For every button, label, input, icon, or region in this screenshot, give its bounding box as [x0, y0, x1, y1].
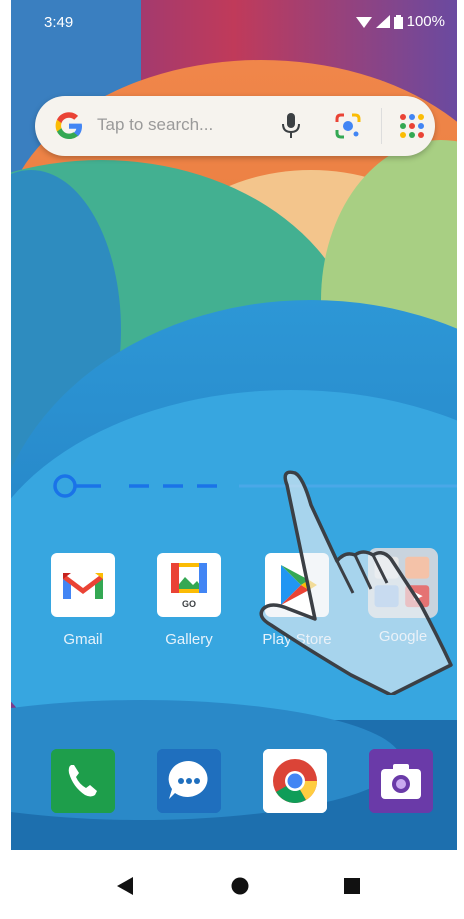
back-button[interactable] — [115, 876, 135, 896]
navigation-bar — [11, 850, 457, 919]
home-button[interactable] — [231, 877, 249, 895]
app-gallery[interactable]: GO Gallery — [139, 553, 239, 648]
app-label-google: Google — [378, 628, 428, 645]
microphone-icon[interactable] — [279, 112, 303, 140]
status-bar: 3:49 100% — [11, 0, 457, 44]
gallery-go-badge: GO — [182, 599, 196, 609]
battery-icon — [393, 14, 403, 29]
google-lens-icon[interactable] — [333, 111, 363, 141]
dock-chrome[interactable] — [263, 749, 327, 813]
app-label-gallery: Gallery — [165, 631, 213, 648]
messages-icon — [157, 749, 221, 813]
wifi-icon — [355, 16, 372, 28]
play-store-icon — [265, 553, 329, 617]
camera-icon — [369, 749, 433, 813]
dock-messages[interactable] — [157, 749, 221, 813]
search-placeholder: Tap to search... — [97, 115, 214, 134]
apps-grid-icon[interactable] — [398, 112, 426, 140]
app-google-folder[interactable]: Google — [353, 548, 453, 645]
chrome-icon — [263, 749, 327, 813]
status-icons: 100% — [355, 13, 445, 30]
gallery-icon: GO — [157, 553, 221, 617]
home-screen: 3:49 100% Tap to search... Gmail GO Gall… — [11, 0, 457, 919]
page-indicator — [53, 474, 457, 498]
app-label-gmail: Gmail — [63, 631, 103, 648]
search-bar[interactable]: Tap to search... — [35, 96, 435, 156]
app-play-store[interactable]: Play Store — [247, 553, 347, 648]
search-divider — [381, 108, 382, 144]
google-folder-icon — [368, 548, 438, 618]
app-gmail[interactable]: Gmail — [33, 553, 133, 648]
dock-camera[interactable] — [369, 749, 433, 813]
app-label-play-store: Play Store — [262, 631, 332, 648]
dock-phone[interactable] — [51, 749, 115, 813]
google-logo-icon — [55, 112, 82, 139]
phone-icon — [51, 749, 115, 813]
battery-percent: 100% — [406, 13, 445, 30]
gmail-icon — [51, 553, 115, 617]
signal-icon — [375, 15, 390, 28]
recents-button[interactable] — [344, 878, 360, 894]
status-time: 3:49 — [44, 14, 74, 31]
